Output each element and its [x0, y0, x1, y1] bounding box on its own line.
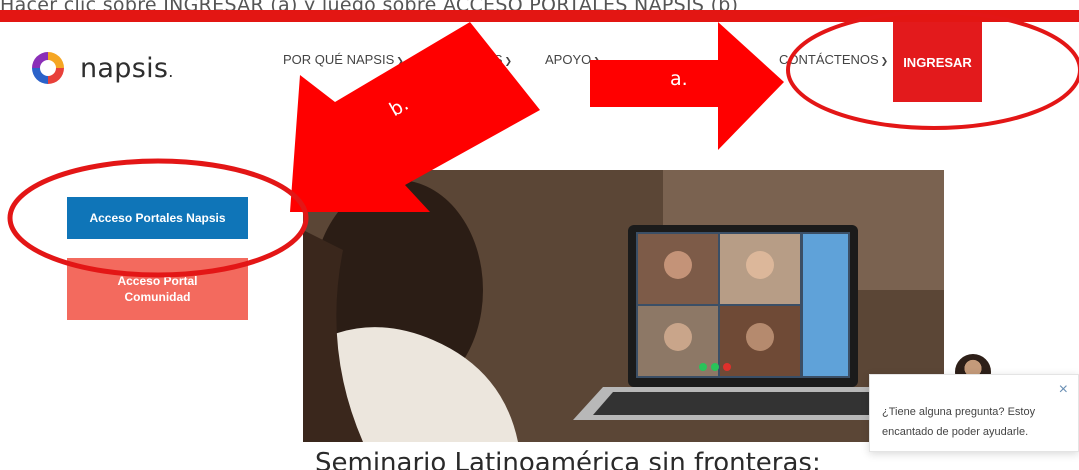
chevron-down-icon: ❯ [396, 56, 404, 66]
button-label-line1: Acceso Portal [117, 274, 198, 288]
ingresar-button[interactable]: INGRESAR [893, 22, 982, 102]
nav-label: PROGRAMAS [418, 52, 503, 67]
acceso-portales-napsis-button[interactable]: Acceso Portales Napsis [67, 197, 248, 239]
nav-contactenos[interactable]: CONTÁCTENOS ❯ [779, 52, 888, 67]
close-icon[interactable]: × [1059, 381, 1068, 399]
chevron-down-icon: ❯ [593, 56, 601, 66]
button-label-line2: Comunidad [124, 290, 191, 304]
hero-image [303, 170, 944, 442]
annotation-label-a: a. [670, 68, 688, 90]
chat-message: ¿Tiene alguna pregunta? Estoy encantado … [882, 406, 1036, 438]
nav-label: POR QUÉ NAPSIS [283, 52, 395, 67]
top-red-band [0, 10, 1079, 22]
logo-text: napsis. [80, 52, 174, 84]
nav-programas[interactable]: PROGRAMAS ❯ [418, 52, 512, 67]
nav-por-que-napsis[interactable]: POR QUÉ NAPSIS ❯ [283, 52, 404, 67]
napsis-logo-icon [32, 52, 64, 84]
seminar-headline: Seminario Latinoamérica sin fronteras: [315, 448, 821, 470]
annotation-label-b: b. [385, 92, 413, 122]
chevron-down-icon: ❯ [504, 56, 513, 66]
nav-label: CONTÁCTENOS [779, 52, 879, 67]
nav-apoyo[interactable]: APOYO ❯ [545, 52, 601, 67]
chat-widget[interactable]: × ¿Tiene alguna pregunta? Estoy encantad… [869, 374, 1079, 452]
acceso-portal-comunidad-button[interactable]: Acceso Portal Comunidad [67, 258, 248, 320]
nav-label: APOYO [545, 52, 592, 67]
chevron-down-icon: ❯ [880, 56, 889, 66]
hero-illustration [303, 170, 944, 442]
napsis-logo[interactable]: napsis. [28, 48, 174, 88]
